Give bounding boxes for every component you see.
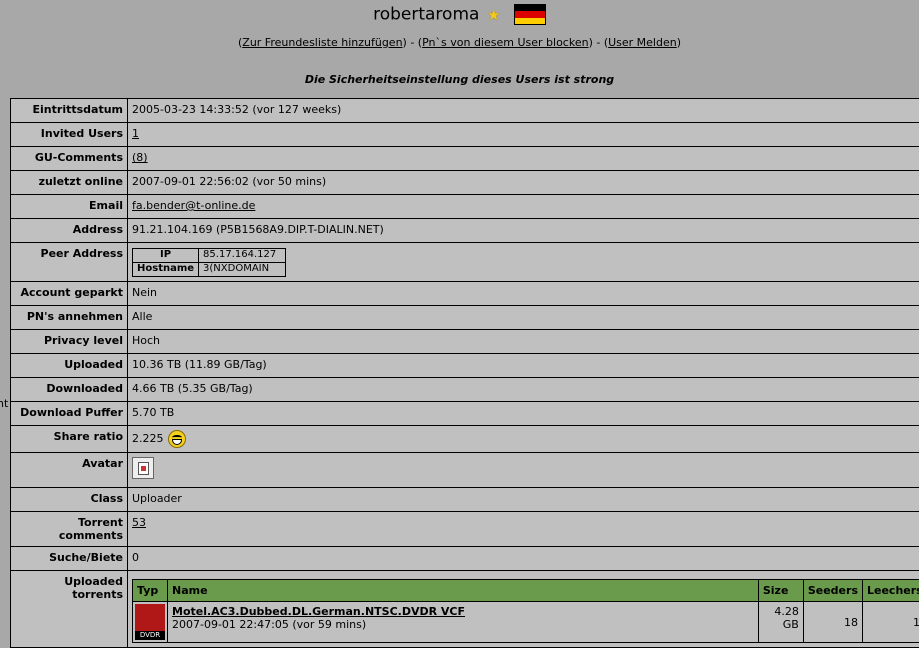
col-header-type: Typ xyxy=(133,580,168,602)
row-invited-users: Invited Users 1 xyxy=(11,123,919,147)
torrent-name-link[interactable]: Motel.AC3.Dubbed.DL.German.NTSC.DVDR VCF xyxy=(172,605,754,618)
last-online-value: 2007-09-01 22:56:02 (vor 50 mins) xyxy=(128,171,919,195)
dvdr-category-icon[interactable]: DVDR xyxy=(135,604,165,640)
pm-accept-value: Alle xyxy=(128,306,919,330)
class-label: Class xyxy=(11,488,128,512)
peer-address-table: IP 85.17.164.127 Hostname 3(NXDOMAIN xyxy=(132,248,286,277)
profile-header: robertaroma ★ xyxy=(0,4,919,25)
row-share-ratio: Share ratio 2.225 xyxy=(11,426,919,453)
row-gu-comments: GU-Comments (8) xyxy=(11,147,919,171)
username-title: robertaroma xyxy=(373,5,479,25)
peer-ip-value: 85.17.164.127 xyxy=(199,249,286,263)
col-header-seeders: Seeders xyxy=(803,580,862,602)
invited-users-link[interactable]: 1 xyxy=(132,127,139,140)
row-uploaded: Uploaded 10.36 TB (11.89 GB/Tag) xyxy=(11,354,919,378)
address-value: 91.21.104.169 (P5B1568A9.DIP.T-DIALIN.NE… xyxy=(128,219,919,243)
downloaded-label: Downloaded xyxy=(11,378,128,402)
torrent-comments-link[interactable]: 53 xyxy=(132,516,146,529)
row-uploaded-torrents: Uploaded torrents Typ Name Size Seeders … xyxy=(11,571,919,648)
share-ratio-value: 2.225 xyxy=(132,432,164,445)
row-peer-address: Peer Address IP 85.17.164.127 Hostname 3… xyxy=(11,243,919,282)
search-offer-value: 0 xyxy=(128,547,919,571)
table-row: DVDR Motel.AC3.Dubbed.DL.German.NTSC.DVD… xyxy=(133,602,919,643)
privacy-level-label: Privacy level xyxy=(11,330,128,354)
row-last-online: zuletzt online 2007-09-01 22:56:02 (vor … xyxy=(11,171,919,195)
german-flag-icon xyxy=(514,4,546,25)
row-avatar: Avatar xyxy=(11,453,919,488)
uploaded-value: 10.36 TB (11.89 GB/Tag) xyxy=(128,354,919,378)
download-buffer-label: Download Puffer xyxy=(11,402,128,426)
invited-users-label: Invited Users xyxy=(11,123,128,147)
torrent-leechers: 18 xyxy=(863,602,919,643)
sidebar-edge-text: nt xyxy=(0,397,8,410)
downloaded-value: 4.66 TB (5.35 GB/Tag) xyxy=(128,378,919,402)
row-search-offer: Suche/Biete 0 xyxy=(11,547,919,571)
uploaded-torrents-table: Typ Name Size Seeders Leechers DVDR Mote… xyxy=(132,579,919,643)
account-parked-value: Nein xyxy=(128,282,919,306)
email-link[interactable]: fa.bender@t-online.de xyxy=(132,199,255,212)
search-offer-label: Suche/Biete xyxy=(11,547,128,571)
row-privacy-level: Privacy level Hoch xyxy=(11,330,919,354)
peer-hostname-key: Hostname xyxy=(133,263,199,277)
row-download-buffer: Download Puffer 5.70 TB xyxy=(11,402,919,426)
col-header-leechers: Leechers xyxy=(863,580,919,602)
row-pm-accept: PN's annehmen Alle xyxy=(11,306,919,330)
uploaded-label: Uploaded xyxy=(11,354,128,378)
profile-table: Eintrittsdatum 2005-03-23 14:33:52 (vor … xyxy=(10,98,919,648)
peer-ip-key: IP xyxy=(133,249,199,263)
peer-address-label: Peer Address xyxy=(11,243,128,282)
class-value: Uploader xyxy=(128,488,919,512)
pm-accept-label: PN's annehmen xyxy=(11,306,128,330)
gu-comments-link[interactable]: (8) xyxy=(132,151,148,164)
peer-hostname-value: 3(NXDOMAIN xyxy=(199,263,286,277)
user-action-links: (Zur Freundesliste hinzufügen) - (Pn`s v… xyxy=(0,36,919,49)
uploaded-torrents-label: Uploaded torrents xyxy=(11,571,128,648)
torrents-header-row: Typ Name Size Seeders Leechers xyxy=(133,580,919,602)
add-friend-link[interactable]: Zur Freundesliste hinzufügen xyxy=(242,36,402,49)
download-buffer-value: 5.70 TB xyxy=(128,402,919,426)
avatar-label: Avatar xyxy=(11,453,128,488)
col-header-name: Name xyxy=(168,580,759,602)
join-date-label: Eintrittsdatum xyxy=(11,99,128,123)
row-join-date: Eintrittsdatum 2005-03-23 14:33:52 (vor … xyxy=(11,99,919,123)
account-parked-label: Account geparkt xyxy=(11,282,128,306)
row-address: Address 91.21.104.169 (P5B1568A9.DIP.T-D… xyxy=(11,219,919,243)
torrent-seeders: 18 xyxy=(803,602,862,643)
torrent-size-unit: GB xyxy=(763,618,799,631)
gu-comments-label: GU-Comments xyxy=(11,147,128,171)
security-setting-text: Die Sicherheitseinstellung dieses Users … xyxy=(0,73,919,86)
privacy-level-value: Hoch xyxy=(128,330,919,354)
torrent-comments-label: Torrent comments xyxy=(11,512,128,547)
report-user-link[interactable]: User Melden xyxy=(608,36,677,49)
col-header-size: Size xyxy=(758,580,803,602)
address-label: Address xyxy=(11,219,128,243)
row-account-parked: Account geparkt Nein xyxy=(11,282,919,306)
row-email: Email fa.bender@t-online.de xyxy=(11,195,919,219)
row-class: Class Uploader xyxy=(11,488,919,512)
avatar-image-icon xyxy=(132,457,154,479)
block-pm-link[interactable]: Pn`s von diesem User blocken xyxy=(422,36,588,49)
torrent-added-date: 2007-09-01 22:47:05 (vor 59 mins) xyxy=(172,618,754,631)
share-ratio-label: Share ratio xyxy=(11,426,128,453)
smiley-icon xyxy=(168,430,186,448)
row-downloaded: Downloaded 4.66 TB (5.35 GB/Tag) xyxy=(11,378,919,402)
row-torrent-comments: Torrent comments 53 xyxy=(11,512,919,547)
star-icon: ★ xyxy=(487,6,500,24)
join-date-value: 2005-03-23 14:33:52 (vor 127 weeks) xyxy=(128,99,919,123)
email-label: Email xyxy=(11,195,128,219)
torrent-size-number: 4.28 xyxy=(763,605,799,618)
last-online-label: zuletzt online xyxy=(11,171,128,195)
